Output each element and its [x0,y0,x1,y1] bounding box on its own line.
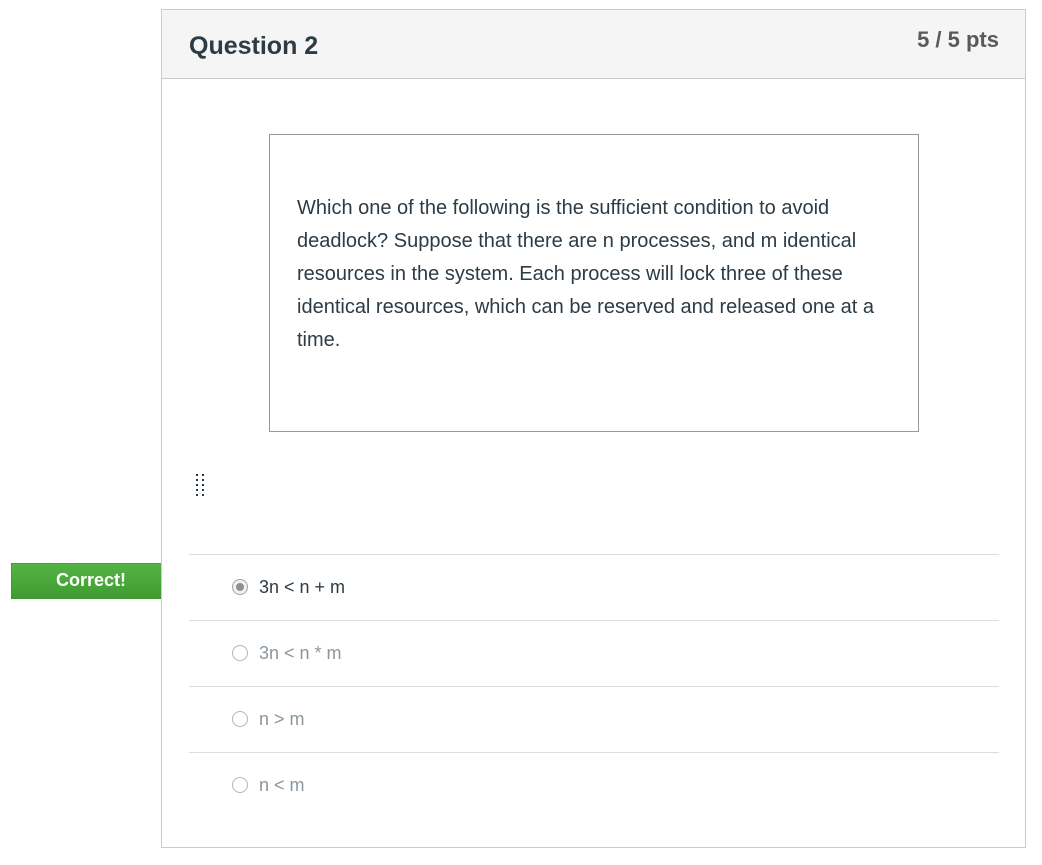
question-header: Question 2 5 / 5 pts [162,10,1025,79]
answer-label: n < m [259,775,305,795]
answer-option[interactable]: 3n < n * m [189,620,999,686]
answer-list: 3n < n + m 3n < n * m n > m n < m [189,554,999,818]
answer-label: 3n < n + m [259,577,346,597]
answer-label: n > m [259,709,305,729]
radio-button-icon[interactable] [232,711,248,727]
correct-label: Correct! [55,570,126,590]
answer-option[interactable]: n < m [189,752,999,818]
question-card: Question 2 5 / 5 pts Which one of the fo… [161,9,1026,848]
question-text-box: Which one of the following is the suffic… [269,134,919,432]
question-points: 5 / 5 pts [917,27,999,52]
radio-button-icon[interactable] [232,579,248,595]
correct-answer-flag: Correct! [11,563,182,599]
question-title: Question 2 [189,32,319,60]
question-text: Which one of the following is the suffic… [297,197,875,351]
radio-button-icon[interactable] [232,645,248,661]
radio-button-icon[interactable] [232,777,248,793]
drag-handle-icon[interactable] [194,473,206,499]
answer-option[interactable]: n > m [189,686,999,752]
answer-option[interactable]: 3n < n + m [189,554,999,620]
answer-label: 3n < n * m [259,643,342,663]
